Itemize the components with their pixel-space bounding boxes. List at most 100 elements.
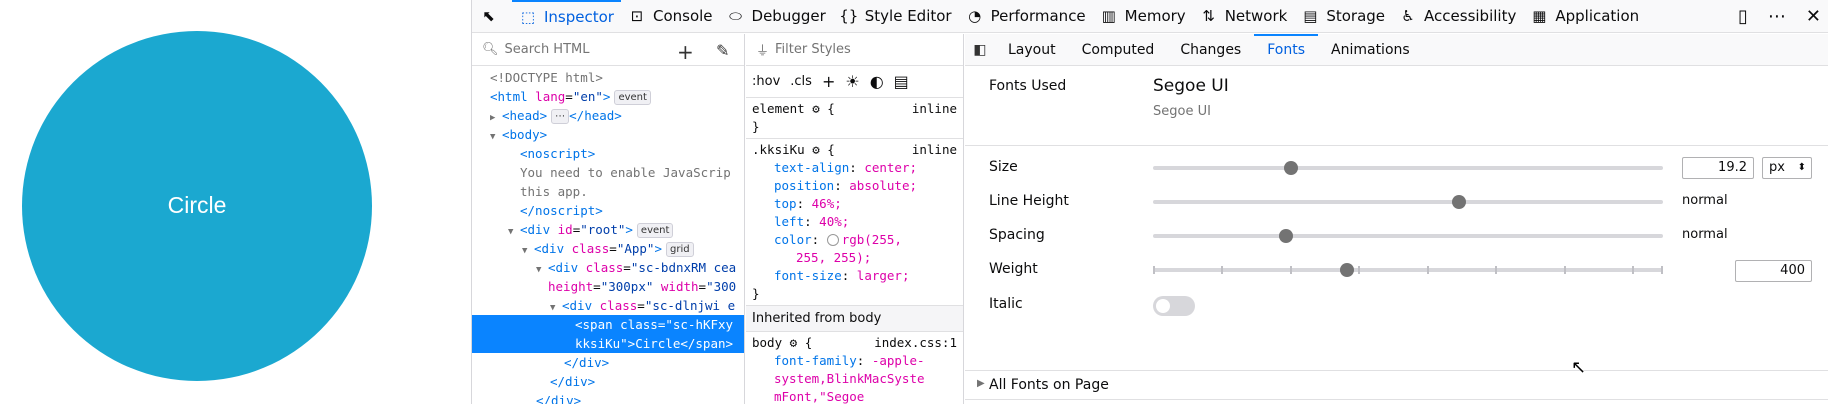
- tree-node-noscript[interactable]: <noscript>: [472, 144, 744, 163]
- fonts-used-section: Fonts Used Segoe UI Segoe UI: [965, 66, 1828, 146]
- tree-node-sc2[interactable]: ▼ <div class="sc-dlnjwi e: [472, 296, 744, 315]
- mouse-cursor-icon: ↖: [1571, 357, 1587, 378]
- tab-accessibility[interactable]: ♿ Accessibility: [1392, 0, 1523, 33]
- tree-node-span-selected[interactable]: <span class="sc-hKFxy: [472, 315, 744, 334]
- side-tab-layout[interactable]: Layout: [995, 34, 1069, 66]
- size-label: Size: [989, 159, 1018, 175]
- weight-slider-thumb[interactable]: [1339, 263, 1354, 277]
- weight-value-input[interactable]: 400: [1735, 260, 1812, 282]
- add-node-icon[interactable]: +: [677, 40, 694, 64]
- collapsed-badge[interactable]: ⋯: [551, 109, 570, 124]
- tab-label: Memory: [1124, 7, 1186, 25]
- performance-icon: ◔: [968, 7, 982, 25]
- tab-application[interactable]: ▦ Application: [1523, 0, 1646, 33]
- gear-icon[interactable]: ⚙: [812, 142, 820, 157]
- grid-badge[interactable]: grid: [665, 242, 694, 257]
- event-badge[interactable]: event: [636, 223, 674, 238]
- tab-storage[interactable]: ▤ Storage: [1294, 0, 1392, 33]
- spacing-value: normal: [1682, 227, 1728, 242]
- filter-styles-bar[interactable]: ⏚ Filter Styles: [746, 34, 963, 66]
- side-tab-computed[interactable]: Computed: [1069, 34, 1168, 66]
- element-picker-button[interactable]: ⬉: [472, 0, 512, 33]
- line-height-value: normal: [1682, 193, 1728, 208]
- side-tab-fonts[interactable]: Fonts: [1254, 34, 1319, 66]
- gear-icon[interactable]: ⚙: [790, 335, 798, 350]
- chevron-updown-icon: ⬍: [1797, 162, 1806, 173]
- tab-network[interactable]: ⇅ Network: [1193, 0, 1295, 33]
- dock-toggle-icon[interactable]: ▯: [1738, 6, 1748, 27]
- tree-node-close[interactable]: </div>: [472, 391, 744, 404]
- spacing-slider[interactable]: [1153, 229, 1663, 243]
- side-tab-animations[interactable]: Animations: [1318, 34, 1423, 66]
- side-tab-changes[interactable]: Changes: [1167, 34, 1254, 66]
- tree-node-close[interactable]: </div>: [472, 372, 744, 391]
- css-declaration[interactable]: left: 40%;: [752, 213, 957, 231]
- tree-node-app[interactable]: ▼ <div class="App"> grid: [472, 239, 744, 258]
- tab-memory[interactable]: ▥ Memory: [1093, 0, 1193, 33]
- css-declaration[interactable]: font-size: larger;: [752, 267, 957, 285]
- size-unit-select[interactable]: px ⬍: [1762, 157, 1812, 179]
- cls-button[interactable]: .cls: [790, 74, 812, 89]
- light-theme-icon[interactable]: ☀: [845, 72, 859, 91]
- spacing-slider-thumb[interactable]: [1278, 229, 1293, 243]
- tree-node-text[interactable]: this app.: [472, 182, 744, 201]
- hov-button[interactable]: :hov: [752, 74, 780, 89]
- print-media-icon[interactable]: ▤: [894, 72, 909, 91]
- tree-node-root[interactable]: ▼ <div id="root"> event: [472, 220, 744, 239]
- add-rule-icon[interactable]: +: [822, 72, 835, 91]
- eyedropper-icon[interactable]: ✎: [716, 41, 729, 60]
- tab-label: Console: [652, 7, 713, 25]
- css-declaration-cont: 255, 255);: [796, 250, 872, 265]
- tab-inspector[interactable]: ⬚ Inspector: [512, 0, 621, 33]
- italic-label: Italic: [989, 296, 1023, 312]
- tab-style-editor[interactable]: {} Style Editor: [833, 0, 959, 33]
- element-picker-icon: ⬉: [482, 7, 495, 25]
- tree-node-text[interactable]: You need to enable JavaScrip: [472, 163, 744, 182]
- italic-toggle[interactable]: [1153, 296, 1195, 316]
- color-swatch-icon[interactable]: [826, 234, 839, 246]
- search-html-input[interactable]: [504, 42, 665, 57]
- toggle-knob: [1156, 299, 1170, 313]
- size-slider[interactable]: [1153, 161, 1663, 175]
- size-slider-thumb[interactable]: [1283, 161, 1298, 175]
- rule-kksiku: .kksiKu ⚙ { inline text-align: center; po…: [746, 139, 963, 306]
- tree-node-span-selected-cont[interactable]: kksiKu">Circle</span>: [472, 334, 744, 353]
- tree-node-sc1[interactable]: ▼ <div class="sc-bdnxRM cea: [472, 258, 744, 277]
- gear-icon[interactable]: ⚙: [812, 101, 820, 116]
- rules-toolbar: :hov .cls + ☀ ◐ ▤: [746, 66, 963, 98]
- css-declaration[interactable]: text-align: center;: [752, 159, 957, 177]
- tab-console[interactable]: ⊡ Console: [621, 0, 720, 33]
- inspector-icon: ⬚: [520, 8, 536, 26]
- event-badge[interactable]: event: [614, 90, 651, 105]
- circle-shape[interactable]: Circle: [22, 31, 372, 381]
- tab-label: Storage: [1326, 7, 1386, 25]
- tree-node-body[interactable]: ▼ <body>: [472, 125, 744, 144]
- css-declaration[interactable]: top: 46%;: [752, 195, 957, 213]
- tree-node-head[interactable]: ▶ <head> ⋯ </head>: [472, 106, 744, 125]
- all-fonts-section[interactable]: ▶ All Fonts on Page: [965, 370, 1828, 400]
- tree-node-noscript-close[interactable]: </noscript>: [472, 201, 744, 220]
- tree-node-sc1-attrs[interactable]: height="300px" width="300: [472, 277, 744, 296]
- line-height-slider-thumb[interactable]: [1452, 195, 1466, 209]
- tab-performance[interactable]: ◔ Performance: [959, 0, 1093, 33]
- tree-node-html[interactable]: <html lang="en"> event: [472, 87, 744, 106]
- dark-theme-icon[interactable]: ◐: [870, 72, 884, 91]
- more-options-icon[interactable]: ⋯: [1768, 6, 1786, 27]
- close-icon[interactable]: ✕: [1806, 6, 1821, 27]
- tab-debugger[interactable]: ⬭ Debugger: [720, 0, 833, 33]
- css-declaration[interactable]: color: rgb(255,: [752, 231, 957, 249]
- toggle-panel-icon[interactable]: ◧: [965, 42, 995, 58]
- application-icon: ▦: [1532, 7, 1547, 25]
- rules-panel: ⏚ Filter Styles :hov .cls + ☀ ◐ ▤ elemen…: [746, 34, 964, 404]
- size-value-input[interactable]: 19.2: [1682, 157, 1754, 179]
- screen: Circle ⬉ ⬚ Inspector ⊡ Console ⬭ Debugger {} St…: [0, 0, 1828, 404]
- expand-icon[interactable]: ▶: [977, 378, 985, 389]
- memory-icon: ▥: [1101, 7, 1116, 25]
- tree-node-doctype[interactable]: <!DOCTYPE html>: [472, 68, 744, 87]
- tree-node-close[interactable]: </div>: [472, 353, 744, 372]
- line-height-slider[interactable]: [1153, 195, 1663, 209]
- weight-slider[interactable]: [1153, 263, 1663, 277]
- css-declaration[interactable]: position: absolute;: [752, 177, 957, 195]
- filter-icon: ⏚: [756, 44, 770, 59]
- inherited-header: Inherited from body: [746, 306, 963, 332]
